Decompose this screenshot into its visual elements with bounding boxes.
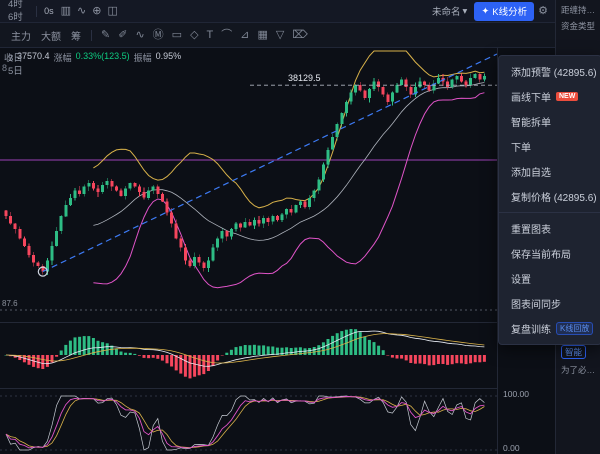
menu-item-label: 复盘训练 bbox=[511, 321, 551, 336]
bollinger-bands bbox=[93, 51, 484, 288]
toolbar-icon-group: ✎✐∿Ⓜ▭◇T⌒⊿▦▽⌦ bbox=[97, 29, 312, 42]
pencil-icon[interactable]: ✎ bbox=[97, 29, 114, 42]
menu-divider bbox=[499, 212, 600, 213]
brush-icon[interactable]: ✐ bbox=[114, 29, 131, 42]
rect-tool-icon[interactable]: ▭ bbox=[168, 29, 186, 42]
new-badge: NEW bbox=[556, 92, 578, 101]
menu-item-label: 添加预警 (42895.6) bbox=[511, 64, 597, 79]
candle-countdown: 0s bbox=[44, 6, 54, 16]
chart-area[interactable]: 38129.587.6 收 37570.4 涨幅 0.33%(123.5) 振幅… bbox=[0, 48, 555, 454]
kline-analysis-label: K线分析 bbox=[492, 4, 527, 18]
oscillator-low-label: 0.00 bbox=[503, 443, 520, 453]
menu-item-label: 画线下单 bbox=[511, 89, 551, 104]
timeframe-3d[interactable]: 3日 bbox=[4, 52, 32, 66]
menu-item-label: 保存当前布局 bbox=[511, 246, 571, 261]
main-force-button[interactable]: 主力 bbox=[6, 26, 36, 45]
toolbar-text-buttons: 主力大额筹 bbox=[6, 26, 86, 45]
kline-analysis-icon: ✦ bbox=[481, 6, 489, 17]
large-order-button[interactable]: 大额 bbox=[36, 26, 66, 45]
kline-replay-badge: K线回放 bbox=[556, 322, 593, 335]
settings-gear-icon[interactable]: ⚙ bbox=[535, 6, 551, 17]
right-panel-top: 距缠持…资金类型 bbox=[556, 0, 600, 32]
compare-icon[interactable]: ⊕ bbox=[89, 6, 104, 17]
divider bbox=[36, 6, 37, 17]
menu-item-label: 添加自选 bbox=[511, 164, 551, 179]
chevron-down-icon: ▾ bbox=[463, 6, 468, 17]
filter-icon[interactable]: ▽ bbox=[272, 29, 288, 42]
menu-item-place-order[interactable]: 下单 bbox=[499, 134, 600, 159]
menu-item-smart-split[interactable]: 智能拆单 bbox=[499, 109, 600, 134]
alert-line-label: 87.6 bbox=[2, 299, 18, 308]
menu-item-settings[interactable]: 设置 bbox=[499, 266, 600, 291]
trash-icon[interactable]: ⌦ bbox=[288, 29, 312, 42]
oscillator-pane bbox=[6, 396, 484, 450]
kline-analysis-button[interactable]: ✦ K线分析 bbox=[474, 2, 534, 21]
oscillator-high-label: 100.00 bbox=[503, 389, 529, 399]
text-tool-icon[interactable]: T bbox=[203, 29, 218, 42]
menu-item-add-alert[interactable]: 添加预警 (42895.6) bbox=[499, 59, 600, 84]
change-value: 0.33%(123.5) bbox=[76, 51, 130, 64]
candle-style-icon[interactable]: ▥ bbox=[58, 6, 74, 17]
candlestick-chart[interactable]: 38129.5 87.6 bbox=[0, 48, 497, 454]
ruler-icon[interactable]: ⊿ bbox=[236, 29, 253, 42]
menu-item-add-watchlist[interactable]: 添加自选 bbox=[499, 159, 600, 184]
grid-icon[interactable]: ▦ bbox=[253, 29, 271, 42]
peak-price-label: 38129.5 bbox=[288, 73, 321, 83]
diamond-tool-icon[interactable]: ◇ bbox=[186, 29, 202, 42]
timeframe-4h[interactable]: 4时 bbox=[4, 0, 32, 11]
timeframe-5d[interactable]: 5日 bbox=[4, 65, 32, 79]
amplitude-value: 0.95% bbox=[156, 51, 182, 64]
menu-item-reset-chart[interactable]: 重置图表 bbox=[499, 216, 600, 241]
amplitude-label: 振幅 bbox=[134, 51, 152, 64]
menu-item-save-layout[interactable]: 保存当前布局 bbox=[499, 241, 600, 266]
drawing-toolbar: 主力大额筹 ✎✐∿Ⓜ▭◇T⌒⊿▦▽⌦ bbox=[0, 23, 555, 48]
topbar: 分30分1时2时4时6时12时2日3日5日 0s ▥∿⊕◫ 未命名 ▾ ✦ K线… bbox=[0, 0, 555, 23]
trading-app: 分30分1时2时4时6时12时2日3日5日 0s ▥∿⊕◫ 未命名 ▾ ✦ K线… bbox=[0, 0, 600, 454]
menu-item-copy-price[interactable]: 复制价格 (42895.6) bbox=[499, 184, 600, 209]
menu-item-label: 重置图表 bbox=[511, 221, 551, 236]
chart-context-menu: 添加预警 (42895.6) 画线下单 NEW 智能拆单下单添加自选复制价格 (428… bbox=[498, 55, 600, 345]
menu-item-label: 智能拆单 bbox=[511, 114, 551, 129]
layout-name-dropdown[interactable]: 未命名 ▾ bbox=[432, 4, 467, 18]
menu-item-line-order[interactable]: 画线下单 NEW bbox=[499, 84, 600, 109]
measure-m-icon[interactable]: Ⓜ bbox=[149, 29, 168, 42]
menu-item-replay-training[interactable]: 复盘训练 K线回放 bbox=[499, 316, 600, 341]
menu-item-label: 复制价格 (42895.6) bbox=[511, 189, 597, 204]
right-panel-line-1: 资金类型 bbox=[556, 16, 600, 32]
right-panel-note: 为了必… bbox=[556, 360, 600, 376]
menu-item-chart-sync[interactable]: 图表间同步 bbox=[499, 291, 600, 316]
topbar-icon-group: ▥∿⊕◫ bbox=[58, 6, 121, 17]
layout-name-label: 未命名 bbox=[432, 4, 461, 18]
smart-chip[interactable]: 智能 bbox=[561, 345, 586, 359]
divider bbox=[91, 30, 92, 41]
magnet-icon[interactable]: ⌒ bbox=[217, 29, 236, 42]
menu-item-label: 设置 bbox=[511, 271, 531, 286]
change-label: 涨幅 bbox=[54, 51, 72, 64]
macd-pane bbox=[5, 329, 486, 378]
layout-icon[interactable]: ◫ bbox=[104, 6, 120, 17]
wave-tool-icon[interactable]: ∿ bbox=[131, 29, 148, 42]
right-panel-line-0: 距缠持… bbox=[556, 0, 600, 16]
indicator-icon[interactable]: ∿ bbox=[74, 6, 89, 17]
menu-item-label: 图表间同步 bbox=[511, 296, 561, 311]
chips-button[interactable]: 筹 bbox=[66, 26, 86, 45]
menu-item-label: 下单 bbox=[511, 139, 531, 154]
